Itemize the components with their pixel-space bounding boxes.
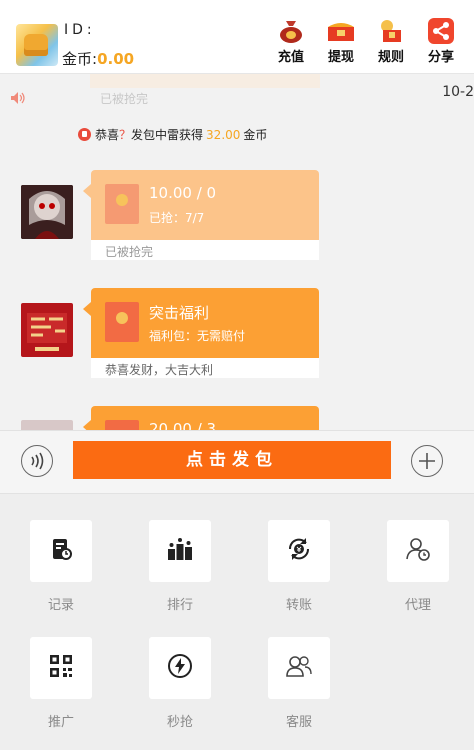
share-icon	[426, 18, 456, 44]
share-label: 分享	[427, 50, 454, 65]
customer-service-label: 客服	[285, 715, 312, 730]
panel-item-agent[interactable]: 代理	[386, 520, 450, 613]
app-root: ID: 金币:0.00 充值 提现 规则 分享 已被抢完 10-2 恭喜 ？ 发…	[0, 0, 474, 750]
chat-message: 20.00 / 3	[0, 406, 474, 430]
header-bar: ID: 金币:0.00 充值 提现 规则 分享	[0, 0, 474, 74]
bomb-icon	[78, 128, 91, 141]
panel-item-promote[interactable]: 推广	[29, 637, 93, 730]
agent-label: 代理	[404, 598, 431, 613]
packet-footer: 恭喜发财，大吉大利	[91, 358, 319, 378]
quick-grab-label: 秒抢	[166, 715, 193, 730]
customer-service-icon	[285, 654, 313, 682]
send-packet-button[interactable]: 点击发包	[73, 441, 391, 479]
speaker-icon[interactable]	[10, 90, 26, 109]
record-label: 记录	[47, 598, 74, 613]
lightning-icon	[167, 653, 193, 683]
red-envelope-icon	[105, 302, 139, 342]
packet-footer: 已被抢完	[91, 240, 319, 260]
panel-item-quick-grab[interactable]: 秒抢	[148, 637, 212, 730]
voice-icon	[31, 452, 44, 470]
function-panel: 记录 排行 转账 代理 推广 秒抢 客服	[0, 494, 474, 750]
input-bar: 点击发包	[0, 430, 474, 494]
sender-avatar[interactable]	[21, 420, 73, 430]
red-envelope-icon	[105, 184, 139, 224]
header-actions: 充值 提现 规则 分享	[270, 18, 462, 65]
packet-title: 突击福利	[149, 304, 210, 322]
coin-balance: 金币:0.00	[62, 48, 134, 69]
packet-title: 20.00 / 3	[149, 420, 217, 430]
agent-icon	[405, 536, 431, 566]
more-button[interactable]	[411, 445, 443, 477]
notice-amount: 32.00	[206, 127, 241, 142]
withdraw-label: 提现	[327, 50, 354, 65]
notice-middle: 发包中雷获得	[131, 128, 204, 142]
chat-top-strip: 已被抢完 10-2	[0, 68, 474, 110]
ranking-icon	[167, 537, 193, 565]
previous-bubble-footer: 已被抢完	[100, 92, 149, 106]
plus-icon	[419, 453, 435, 469]
recharge-label: 充值	[277, 50, 304, 65]
coin-label: 金币:	[62, 50, 98, 68]
promote-label: 推广	[47, 715, 74, 730]
sender-avatar[interactable]	[21, 185, 73, 239]
user-avatar[interactable]	[16, 24, 58, 66]
panel-item-record[interactable]: 记录	[29, 520, 93, 613]
packet-subtitle: 福利包：无需赔付	[149, 329, 246, 343]
user-id-label: ID:	[64, 22, 96, 38]
transfer-label: 转账	[285, 598, 312, 613]
share-button[interactable]: 分享	[420, 18, 462, 65]
rule-trophy-icon	[376, 18, 406, 44]
red-envelope-icon	[105, 420, 139, 430]
recharge-button[interactable]: 充值	[270, 18, 312, 65]
record-icon	[49, 537, 73, 565]
panel-item-customer-service[interactable]: 客服	[267, 637, 331, 730]
notice-suffix: 金币	[243, 128, 268, 142]
red-packet-bubble[interactable]: 20.00 / 3	[83, 406, 319, 430]
treasure-chest-icon	[326, 18, 356, 44]
rules-label: 规则	[377, 50, 404, 65]
panel-item-transfer[interactable]: 转账	[267, 520, 331, 613]
red-packet-bubble[interactable]: 10.00 / 0 已抢：7/7	[83, 170, 319, 240]
qrcode-icon	[49, 654, 73, 682]
win-notice: 恭喜 ？ 发包中雷获得 32.00 金币	[78, 126, 267, 143]
red-packet-bubble[interactable]: 突击福利 福利包：无需赔付	[83, 288, 319, 358]
withdraw-button[interactable]: 提现	[320, 18, 362, 65]
transfer-icon	[286, 536, 312, 566]
ranking-label: 排行	[166, 598, 193, 613]
notice-prefix: 恭喜	[95, 128, 120, 142]
money-bag-icon	[276, 18, 306, 44]
notice-user: ？	[119, 128, 132, 142]
panel-item-ranking[interactable]: 排行	[148, 520, 212, 613]
message-time: 10-2	[442, 84, 474, 100]
voice-button[interactable]	[21, 445, 53, 477]
coin-value: 0.00	[97, 50, 135, 68]
sender-avatar[interactable]	[21, 303, 73, 357]
rules-button[interactable]: 规则	[370, 18, 412, 65]
packet-title: 10.00 / 0	[149, 184, 217, 202]
packet-subtitle: 已抢：7/7	[149, 211, 205, 225]
